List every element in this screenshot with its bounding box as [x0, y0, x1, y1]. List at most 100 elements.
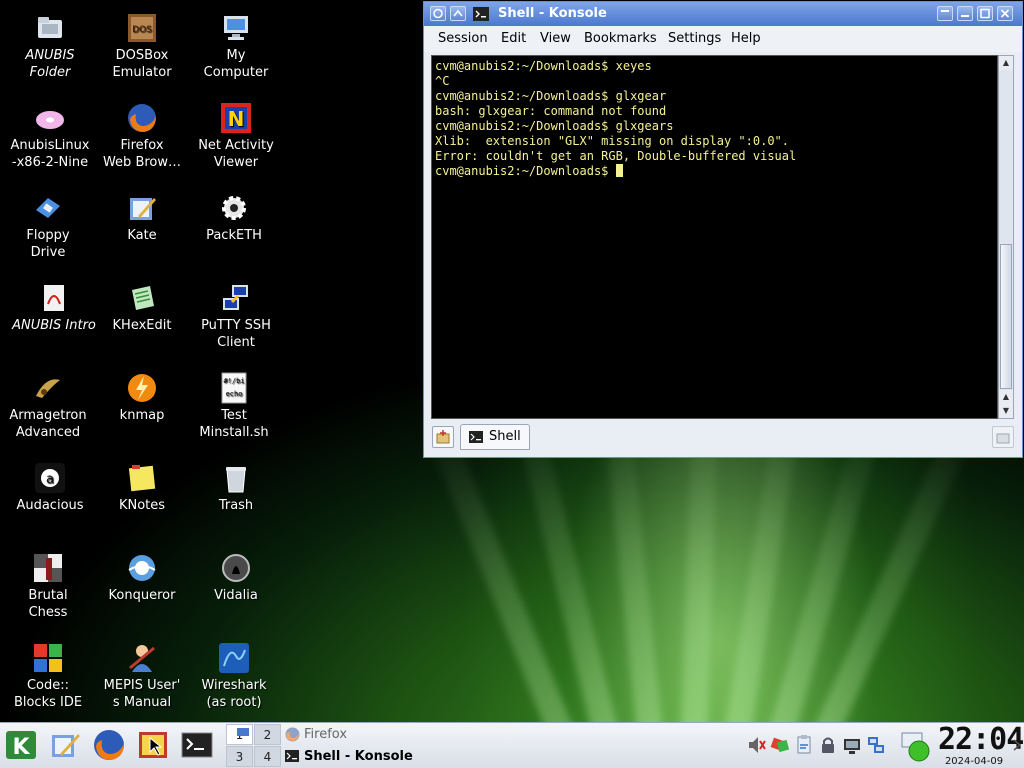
- quicklaunch-kate[interactable]: [48, 728, 82, 762]
- window-titlebar[interactable]: Shell - Konsole: [424, 2, 1022, 26]
- desktop-icon-anubislinux-disc[interactable]: AnubisLinux -x86-2-Nine: [4, 102, 96, 171]
- shade-button[interactable]: [937, 6, 953, 21]
- desktop-icon-kate[interactable]: Kate: [96, 192, 188, 244]
- pager-desktop-4[interactable]: 4: [254, 746, 281, 767]
- sticky-button[interactable]: [450, 6, 466, 21]
- klipper-icon[interactable]: [794, 733, 814, 757]
- scroll-down-button-2[interactable]: ▼: [999, 404, 1013, 418]
- clock-date: 2024-04-09: [944, 756, 1004, 767]
- window-menu-button[interactable]: [430, 6, 446, 21]
- desktop-icon-test-minstall[interactable]: #!/bi echo Test Minstall.sh: [188, 372, 280, 441]
- floppy-icon: [36, 198, 60, 218]
- task-firefox[interactable]: Firefox: [284, 724, 347, 745]
- panel-hide-button[interactable]: [1012, 737, 1022, 753]
- desktop-icon-armagetron[interactable]: Armagetron Advanced: [2, 372, 94, 441]
- terminal-area[interactable]: cvm@anubis2:~/Downloads$ xeyes ^C cvm@an…: [431, 55, 998, 419]
- armagetron-icon: [36, 379, 60, 398]
- task-list: Firefox Shell - Konsole: [284, 724, 744, 768]
- desktop-icon-khexedit[interactable]: KHexEdit: [96, 282, 188, 334]
- shade-icon: [941, 10, 949, 12]
- desktop-icon-knmap[interactable]: knmap: [96, 372, 188, 424]
- konsole-window: Shell - Konsole Session Edit View Bookma…: [423, 1, 1023, 458]
- desktop-icon-vidalia[interactable]: Vidalia: [190, 552, 282, 604]
- terminal-cursor: [615, 164, 623, 177]
- terminal-line: ^C: [435, 74, 450, 88]
- network-connections-icon[interactable]: [866, 733, 886, 757]
- desktop-icon-trash[interactable]: Trash: [190, 462, 282, 514]
- menu-bookmarks[interactable]: Bookmarks: [584, 31, 657, 46]
- desktop-icon-net-activity[interactable]: N Net Activity Viewer: [190, 102, 282, 171]
- desktop-icon-wireshark[interactable]: Wireshark (as root): [188, 642, 280, 711]
- desktop-icon-firefox[interactable]: Firefox Web Brow…: [96, 102, 188, 171]
- tab-shell[interactable]: Shell: [460, 424, 530, 450]
- tab-bar: Shell: [424, 421, 1022, 457]
- package-updater-icon[interactable]: [770, 733, 790, 757]
- script-file-icon: #!/bi echo: [221, 372, 247, 404]
- new-tab-button[interactable]: [432, 426, 454, 448]
- task-konsole[interactable]: Shell - Konsole: [284, 746, 413, 767]
- manual-book-icon: [139, 732, 167, 758]
- terminal-icon: [469, 431, 483, 443]
- close-button[interactable]: [997, 6, 1013, 21]
- menu-help[interactable]: Help: [731, 31, 761, 46]
- pager-desktop-1[interactable]: 1: [226, 724, 253, 745]
- desktop-icon-my-computer[interactable]: My Computer: [190, 12, 282, 81]
- notes-icon: [128, 465, 156, 492]
- scroll-down-button[interactable]: ▲: [999, 390, 1013, 404]
- svg-text:a: a: [46, 472, 54, 487]
- system-tray: [744, 731, 894, 763]
- hexedit-icon: [132, 286, 154, 310]
- maximize-button[interactable]: [977, 6, 993, 21]
- scrollbar-thumb[interactable]: [1000, 244, 1012, 389]
- knmap-icon: [128, 374, 156, 402]
- pager-desktop-2[interactable]: 2: [254, 724, 281, 745]
- desktop-icon-codeblocks[interactable]: Code:: Blocks IDE: [2, 642, 94, 711]
- menu-session[interactable]: Session: [438, 31, 488, 46]
- quicklaunch-firefox[interactable]: [92, 728, 126, 762]
- desktop-icon-packeth[interactable]: PackETH: [188, 192, 280, 244]
- pager-desktop-3[interactable]: 3: [226, 746, 253, 767]
- pager-label: 2: [263, 728, 272, 742]
- desktop-icon-mepis-manual[interactable]: MEPIS User' s Manual: [96, 642, 188, 711]
- desktop-icon-putty[interactable]: PuTTY SSH Client: [190, 282, 282, 351]
- quicklaunch-manual[interactable]: [136, 728, 170, 762]
- menu-settings[interactable]: Settings: [668, 31, 721, 46]
- terminal-line: cvm@anubis2:~/Downloads$ glxgears: [435, 119, 674, 133]
- quicklaunch-konsole[interactable]: [180, 728, 214, 762]
- close-tab-icon: [996, 433, 1010, 444]
- new-tab-icon: [436, 430, 450, 444]
- menu-edit[interactable]: Edit: [501, 31, 526, 46]
- menu-view[interactable]: View: [540, 31, 571, 46]
- scroll-up-button[interactable]: ▲: [999, 56, 1013, 70]
- terminal-line: cvm@anubis2:~/Downloads$ glxgear: [435, 89, 667, 103]
- kmenu-button[interactable]: K: [4, 728, 38, 762]
- desktop-icon-konqueror[interactable]: Konqueror: [96, 552, 188, 604]
- terminal-line: Xlib: extension "GLX" missing on display…: [435, 134, 790, 148]
- close-tab-button[interactable]: [992, 426, 1014, 448]
- svg-text:DOS: DOS: [132, 25, 152, 35]
- firefox-icon: [94, 730, 124, 760]
- wallet-lock-icon[interactable]: [818, 733, 838, 757]
- kate-icon: [130, 198, 156, 220]
- volume-muted-icon[interactable]: [746, 733, 766, 757]
- k-menu-icon: K: [6, 731, 36, 760]
- desktop-icon-floppy-drive[interactable]: Floppy Drive: [2, 192, 94, 261]
- pager-label: 3: [235, 750, 244, 764]
- gear-icon: [222, 196, 246, 220]
- desktop-icon-audacious[interactable]: a Audacious: [4, 462, 96, 514]
- vertical-scrollbar[interactable]: ▲ ▲ ▼: [998, 55, 1014, 419]
- vidalia-icon: [222, 554, 250, 582]
- show-desktop-button[interactable]: [900, 729, 934, 763]
- clock[interactable]: 22:04 2024-04-09: [938, 724, 1024, 768]
- desktop-icon-knotes[interactable]: KNotes: [96, 462, 188, 514]
- desktop-icon-anubis-folder[interactable]: ANUBIS Folder: [4, 12, 96, 81]
- minimize-button[interactable]: [957, 6, 973, 21]
- codeblocks-icon: [34, 644, 62, 672]
- desktop-icon-anubis-intro[interactable]: ANUBIS Intro: [8, 282, 100, 334]
- desktop-icon-dosbox[interactable]: DOS DOSBox Emulator: [96, 12, 188, 81]
- firefox-icon: [285, 727, 300, 742]
- dosbox-icon: DOS: [128, 14, 156, 42]
- desktop-icon-brutal-chess[interactable]: Brutal Chess: [2, 552, 94, 621]
- taskbar: K 1 2 3 4 Firefox Shell - Konsole: [0, 722, 1024, 768]
- network-icon[interactable]: [842, 733, 862, 757]
